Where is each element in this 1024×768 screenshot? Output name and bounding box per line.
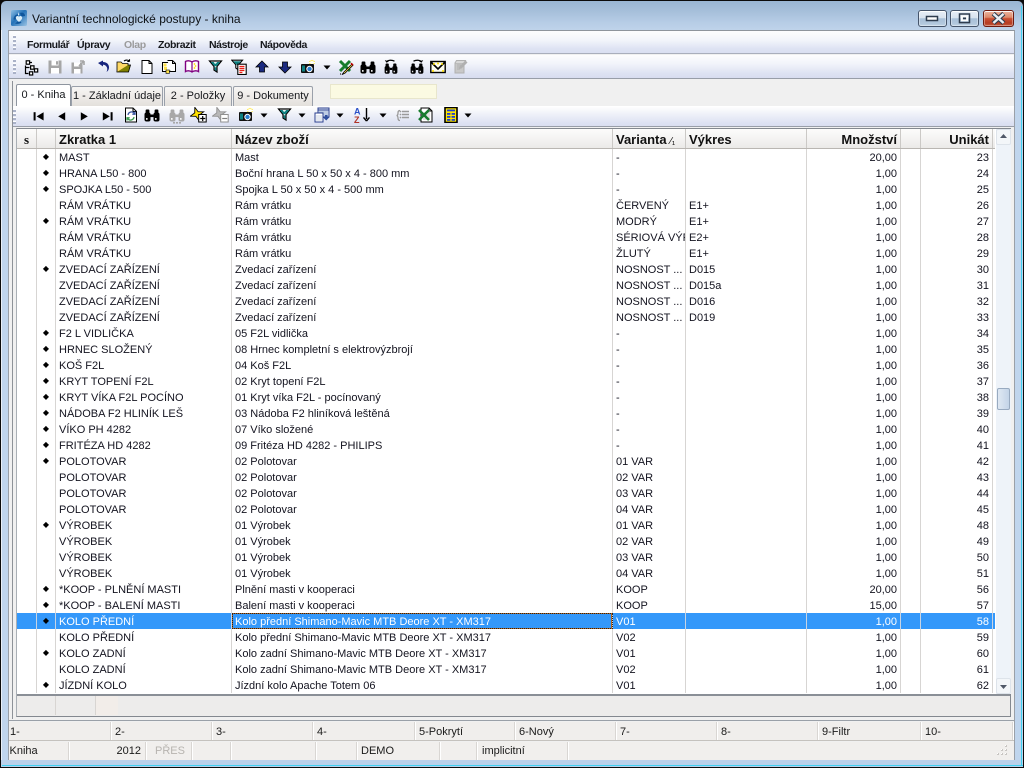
svg-text:Z: Z (354, 115, 360, 123)
